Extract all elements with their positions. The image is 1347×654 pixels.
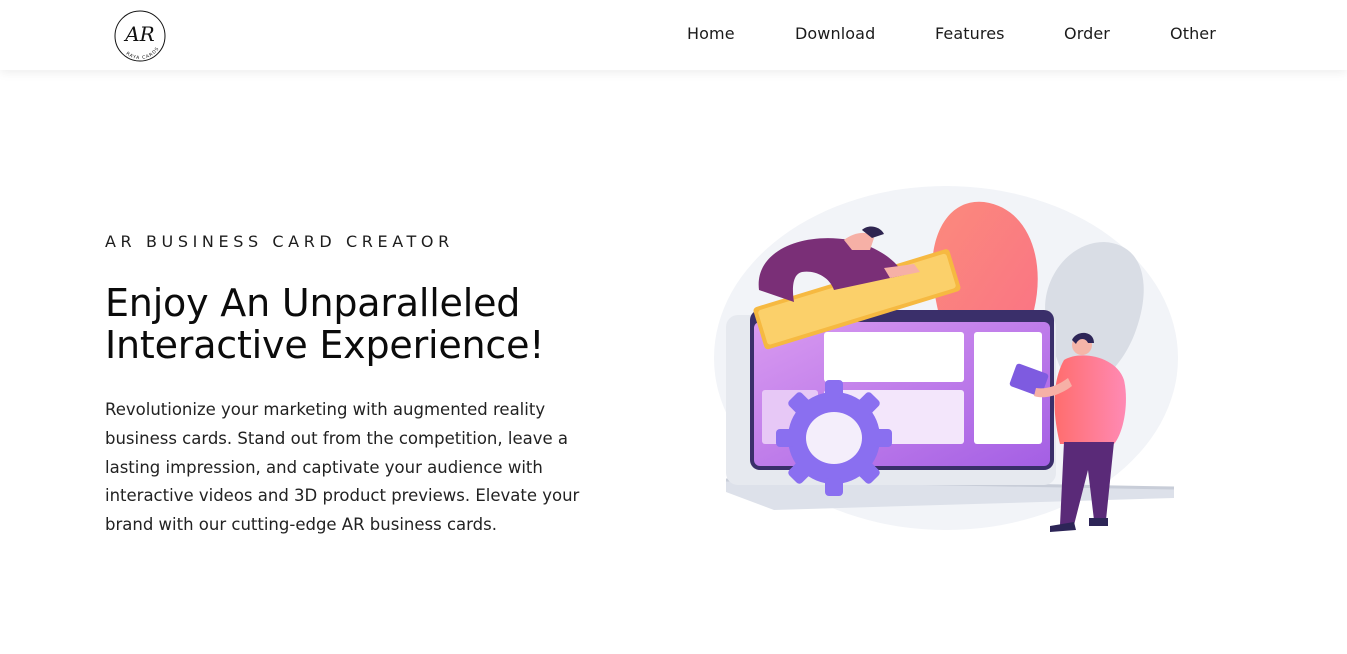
nav-features[interactable]: Features	[935, 24, 1005, 43]
ar-interface-illustration	[684, 180, 1184, 540]
nav-order[interactable]: Order	[1064, 24, 1110, 43]
hero-description: Revolutionize your marketing with augmen…	[105, 400, 580, 535]
nav-home[interactable]: Home	[687, 24, 735, 43]
site-header: AR RAYA CARDS Home Download Features Ord…	[0, 0, 1347, 70]
right-person-shirt	[1054, 355, 1126, 444]
nav-other[interactable]: Other	[1170, 24, 1216, 43]
hero-illustration-svg	[714, 186, 1178, 532]
nav-download[interactable]: Download	[795, 24, 875, 43]
gear-shape	[776, 380, 892, 496]
hero-headline-line2: Interactive Experience!	[105, 323, 545, 367]
main-nav: Home Download Features Order Other	[0, 0, 1347, 70]
hero-headline: Enjoy An Unparalleled Interactive Experi…	[105, 282, 625, 366]
hero-headline-line1: Enjoy An Unparalleled	[105, 281, 521, 325]
hero-eyebrow: AR BUSINESS CARD CREATOR	[105, 232, 454, 251]
